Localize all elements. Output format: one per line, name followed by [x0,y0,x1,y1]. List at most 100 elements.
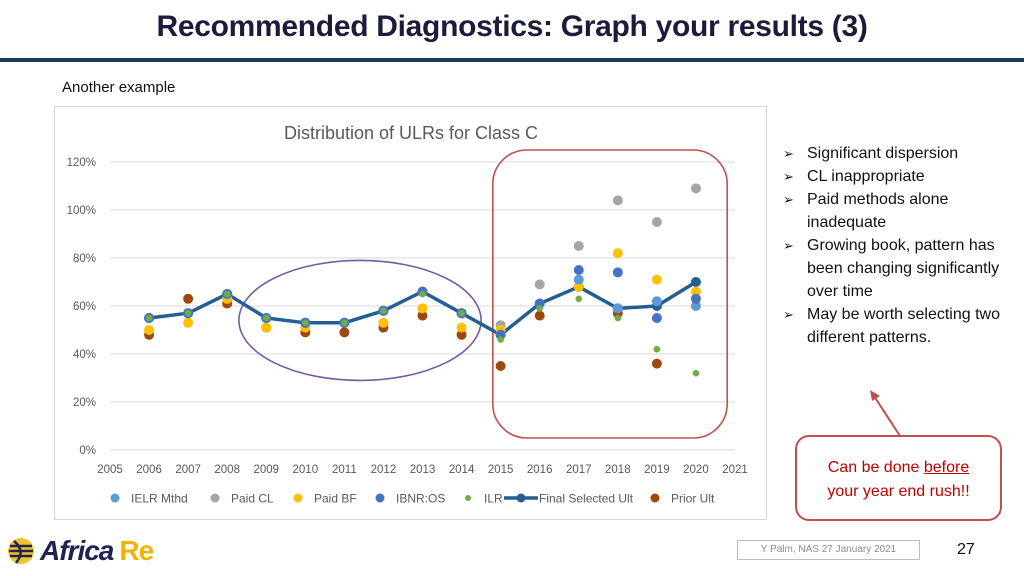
callout-note: Can be done before your year end rush!! [795,435,1002,521]
arrowhead-bullet-icon: ➢ [783,146,794,161]
data-point [573,274,584,285]
slide-title: Recommended Diagnostics: Graph your resu… [156,10,868,43]
data-point [145,314,153,322]
y-tick-label: 20% [73,397,96,409]
legend-label: IELR Mthd [131,492,188,506]
arrowhead-bullet-icon: ➢ [783,169,794,184]
data-point [341,319,348,327]
data-point [339,327,350,338]
x-tick-label: 2018 [605,464,631,476]
legend-label: Final Selected Ult [539,492,634,506]
title-divider [0,58,1024,62]
arrowhead-bullet-icon: ➢ [783,192,794,207]
legend-item-paid-cl: Paid CL [210,492,274,506]
x-tick-label: 2020 [683,464,709,476]
data-point [534,310,545,321]
chart-annotations [238,149,728,439]
slide-subtitle: Another example [62,79,176,96]
bullet-item: ➢ Paid methods alone inadequate [783,188,1013,234]
callout-arrow-icon [870,390,901,437]
legend-item-paid-bf: Paid BF [293,492,357,506]
data-point [184,309,192,317]
callout-emphasis: before [923,459,970,476]
data-point [651,358,662,369]
data-point [690,183,701,194]
y-tick-label: 120% [67,157,96,169]
data-point [690,293,701,304]
y-axis-ticks: 0% 20% 40% 60% 80% 100% 120% [67,157,96,457]
data-point [183,317,194,328]
data-point [261,322,272,333]
data-point [690,277,701,287]
x-tick-label: 2017 [566,464,592,476]
data-point [223,290,231,298]
data-point [614,314,622,322]
arrowhead-bullet-icon: ➢ [783,307,794,322]
legend-marker-swatch [650,493,660,503]
globe-logo-icon [8,538,34,564]
x-tick-label: 2013 [410,464,436,476]
legend-marker-swatch [293,493,303,503]
y-tick-label: 100% [67,205,96,217]
data-point [651,296,662,307]
chart-series [144,183,701,377]
legend-marker-swatch [375,493,385,503]
data-point [573,241,584,251]
x-tick-label: 2012 [371,464,397,476]
legend-label: Paid CL [231,492,274,506]
x-tick-label: 2009 [253,464,279,476]
chart-container: Distribution of ULRs for Class C 0% 20% 40… [54,106,767,520]
x-axis-ticks: 2005 2006 2007 2008 2009 2010 2011 2012 2013 2014… [97,464,748,476]
y-tick-label: 0% [79,445,96,457]
x-tick-label: 2014 [449,464,475,476]
data-point [612,195,623,206]
legend-item-ielr-mthd: IELR Mthd [110,492,188,506]
bullet-item: ➢ CL inappropriate [783,165,1013,188]
data-point [612,303,623,314]
legend-item-ilr: ILR [465,492,503,506]
data-point [653,345,661,353]
data-point [419,290,426,298]
data-point [534,279,545,290]
legend-marker-swatch [465,495,471,501]
observations-list: ➢ Significant dispersion ➢ CL inappropri… [783,142,1013,349]
data-point [651,217,662,227]
x-tick-label: 2007 [175,464,201,476]
y-tick-label: 60% [73,301,96,313]
data-point [536,305,543,312]
footer-citation: Y Palm, NAS 27 January 2021 [737,540,920,560]
data-point [456,322,467,333]
page-number: 27 [957,541,975,558]
x-tick-label: 2015 [488,464,514,476]
chart-legend: IELR Mthd Paid CL Paid BF IBNR:OS ILR Final S… [110,492,715,506]
x-tick-label: 2016 [527,464,553,476]
x-tick-label: 2008 [214,464,240,476]
data-point [262,314,270,322]
data-point [612,248,623,259]
legend-item-ibnr-os: IBNR:OS [375,492,445,506]
data-point [573,265,584,275]
data-point [495,361,506,371]
data-point [378,317,389,328]
chart-title: Distribution of ULRs for Class C [284,123,538,143]
legend-marker-swatch [516,493,526,503]
y-tick-label: 40% [73,349,96,361]
data-point [458,309,465,317]
legend-item-final-selected-ult: Final Selected Ult [504,492,634,506]
legend-label: ILR [484,492,503,506]
y-tick-label: 80% [73,253,96,265]
data-point [302,319,309,327]
x-tick-label: 2011 [332,464,357,476]
bullet-item: ➢ May be worth selecting two different p… [783,303,1013,349]
data-point [380,307,387,315]
data-point [575,295,583,303]
data-point [612,267,623,278]
data-point [183,293,194,304]
legend-marker-swatch [210,493,220,503]
arrowhead-bullet-icon: ➢ [783,238,794,253]
x-tick-label: 2006 [136,464,162,476]
bullet-item: ➢ Growing book, pattern has been changin… [783,234,1013,303]
data-point [497,336,504,343]
legend-item-prior-ult: Prior Ult [650,492,715,506]
legend-label: Prior Ult [671,492,715,506]
